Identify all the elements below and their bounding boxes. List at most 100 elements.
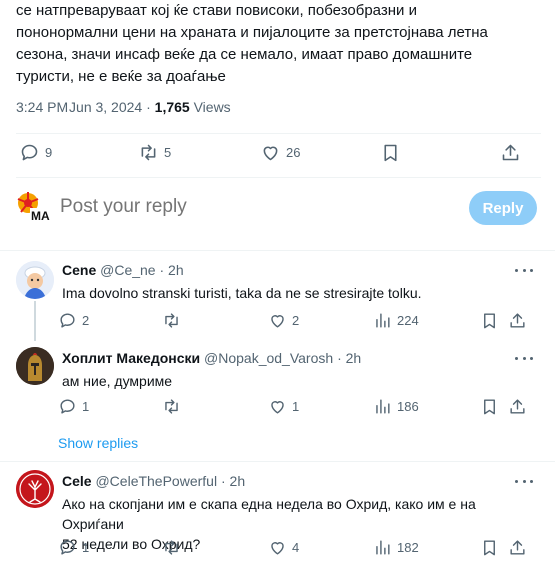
avatar[interactable]	[16, 470, 54, 508]
views-count: 224	[397, 313, 419, 328]
reply-action[interactable]: 2	[58, 311, 89, 330]
bookmark-icon	[484, 540, 495, 556]
repost-icon	[141, 144, 156, 161]
share-action[interactable]	[500, 142, 521, 163]
reply-item[interactable]: Cene @Ce_ne · 2h Ima dovolno stranski tu…	[0, 251, 555, 341]
views-icon	[376, 313, 390, 328]
views-action[interactable]: 186	[373, 397, 419, 416]
more-icon[interactable]	[515, 480, 533, 486]
reply-count: 2	[82, 313, 90, 328]
bookmark-action[interactable]	[480, 397, 499, 416]
like-action[interactable]: 4	[268, 538, 299, 557]
views-count: 182	[397, 540, 419, 555]
share-action[interactable]	[508, 538, 527, 557]
display-name[interactable]: Хоплит Македонски	[62, 350, 200, 366]
post-time[interactable]: 3:24 PM	[16, 99, 68, 115]
post-text-line: сезона, значи инсаф веќе да се немало, и…	[16, 46, 473, 63]
views-count: 186	[397, 399, 419, 414]
reply-button[interactable]: Reply	[469, 191, 537, 225]
separator: ·	[159, 262, 165, 278]
views-icon	[376, 540, 390, 555]
reply-count: 1	[82, 399, 90, 414]
views-action[interactable]: 182	[373, 538, 419, 557]
post-text-line: туристи, не е веќе за доаѓање	[16, 68, 226, 85]
views-label: Views	[193, 99, 231, 115]
share-icon	[510, 540, 525, 555]
avatar[interactable]	[16, 347, 54, 385]
repost-icon	[165, 313, 178, 328]
timestamp[interactable]: 2h	[230, 473, 246, 489]
reply-count: 9	[45, 145, 53, 160]
reply-text: Ima dovolno stranski turisti, taka da ne…	[62, 285, 422, 301]
bookmark-action[interactable]	[380, 142, 401, 163]
more-icon[interactable]	[515, 269, 533, 275]
reply-icon	[60, 313, 75, 328]
bookmark-icon	[484, 399, 495, 415]
reply-header: Хоплит Македонски @Nopak_od_Varosh · 2h	[62, 350, 361, 366]
heart-icon	[263, 146, 278, 161]
heart-icon	[271, 542, 284, 555]
reply-item[interactable]: Хоплит Македонски @Nopak_od_Varosh · 2h …	[0, 339, 555, 419]
reply-header: Cene @Ce_ne · 2h	[62, 262, 184, 278]
views-icon	[376, 399, 390, 414]
like-count: 1	[292, 399, 300, 414]
repost-action[interactable]	[162, 538, 181, 557]
like-count: 26	[286, 145, 301, 160]
reply-count: 1	[82, 540, 90, 555]
reply-icon	[60, 399, 75, 414]
post-text-line: пононормални цени на храната и пијалоцит…	[16, 24, 488, 41]
bookmark-action[interactable]	[480, 311, 499, 330]
reply-text-line: Ако на скопјани им е скапа една недела в…	[62, 496, 476, 532]
separator: ·	[337, 350, 342, 366]
share-action[interactable]	[508, 311, 527, 330]
reply-icon	[60, 540, 75, 555]
more-icon[interactable]	[515, 357, 533, 363]
separator: ·	[220, 473, 226, 489]
reply-action[interactable]: 1	[58, 397, 89, 416]
share-icon	[510, 399, 525, 414]
views-count: 1,765	[154, 99, 190, 115]
reply-icon	[21, 144, 38, 161]
repost-action[interactable]: 5	[138, 142, 171, 163]
timestamp[interactable]: 2h	[168, 262, 184, 278]
repost-icon	[165, 399, 178, 414]
display-name[interactable]: Cene	[62, 262, 96, 278]
my-avatar: MA	[16, 191, 50, 225]
share-icon	[510, 313, 525, 328]
meta-separator: ·	[146, 99, 151, 115]
reply-composer: MA Reply	[0, 183, 555, 231]
like-count: 2	[292, 313, 300, 328]
reply-actions: 1 1 186	[0, 397, 555, 421]
bookmark-action[interactable]	[480, 538, 499, 557]
heart-icon	[271, 401, 284, 414]
repost-action[interactable]	[162, 397, 181, 416]
reply-item[interactable]: Cele @CeleThePowerful · 2h Ако на скопја…	[0, 462, 555, 570]
post-actions: 9 5 26	[0, 142, 555, 166]
like-action[interactable]: 2	[268, 311, 299, 330]
share-icon	[502, 144, 519, 161]
divider	[16, 177, 541, 178]
repost-action[interactable]	[162, 311, 181, 330]
reply-input[interactable]	[60, 196, 420, 218]
views-action[interactable]: 224	[373, 311, 419, 330]
repost-icon	[165, 540, 178, 555]
bookmark-icon	[484, 313, 495, 329]
share-action[interactable]	[508, 397, 527, 416]
reply-action[interactable]: 9	[19, 142, 52, 163]
handle[interactable]: @Nopak_od_Varosh	[204, 350, 333, 366]
display-name[interactable]: Cele	[62, 473, 92, 489]
reply-action[interactable]: 1	[58, 538, 89, 557]
avatar[interactable]	[16, 261, 54, 299]
reply-text: ам ние, думриме	[62, 373, 173, 389]
heart-icon	[271, 315, 284, 328]
post-meta: 3:24 PM Jun 3, 2024 · 1,765 Views	[16, 99, 231, 115]
handle[interactable]: @Ce_ne	[100, 262, 155, 278]
timestamp[interactable]: 2h	[346, 350, 362, 366]
post-date[interactable]: Jun 3, 2024	[69, 99, 142, 115]
post-text-line: се натпреваруваат кој ќе стави повисоки,…	[16, 2, 417, 19]
like-action[interactable]: 1	[268, 397, 299, 416]
show-replies-link[interactable]: Show replies	[58, 435, 138, 451]
like-action[interactable]: 26	[260, 142, 300, 163]
handle[interactable]: @CeleThePowerful	[95, 473, 217, 489]
post-text: се натпреваруваат кој ќе стави повисоки,…	[16, 0, 536, 88]
